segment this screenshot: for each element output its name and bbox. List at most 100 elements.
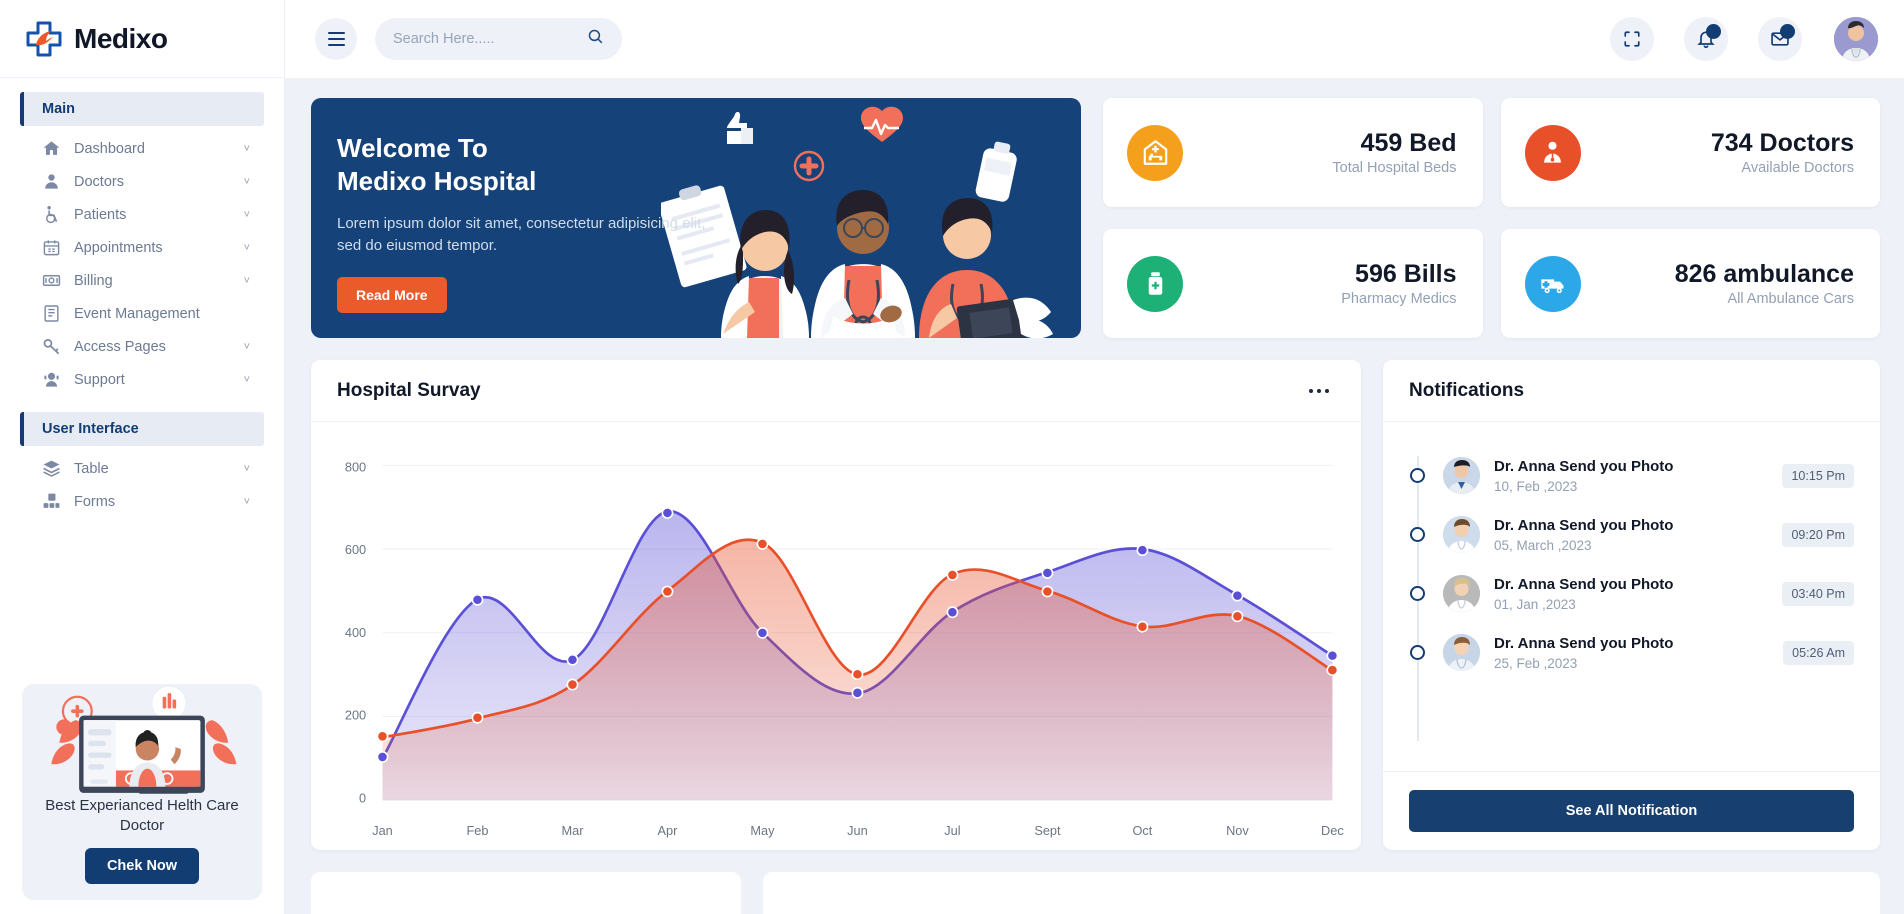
chart-card-header: Hospital Survay bbox=[311, 360, 1361, 422]
timeline-dot-icon bbox=[1410, 586, 1425, 601]
sidebar-item-label: Access Pages bbox=[74, 338, 166, 355]
doctors-team-illustration-icon bbox=[658, 98, 1081, 338]
banner-title: Welcome To Medixo Hospital bbox=[337, 132, 711, 199]
search-icon[interactable] bbox=[587, 28, 604, 50]
ambulance-icon bbox=[1524, 255, 1581, 312]
search-input[interactable] bbox=[393, 31, 587, 47]
sidebar-item-forms[interactable]: Forms ˅ bbox=[20, 485, 264, 518]
stat-card-doctors[interactable]: 734 Doctors Available Doctors bbox=[1500, 98, 1880, 207]
sidebar-item-event-management[interactable]: Event Management bbox=[20, 297, 264, 330]
top-row: Welcome To Medixo Hospital Lorem ipsum d… bbox=[311, 98, 1880, 338]
blocks-icon bbox=[40, 491, 62, 513]
layers-icon bbox=[40, 458, 62, 480]
sidebar-item-label: Patients bbox=[74, 206, 127, 223]
see-all-notification-button[interactable]: See All Notification bbox=[1409, 790, 1854, 832]
home-icon bbox=[40, 138, 62, 160]
sidebar-item-label: Dashboard bbox=[74, 140, 145, 157]
stat-card-ambulance[interactable]: 826 ambulance All Ambulance Cars bbox=[1500, 229, 1880, 338]
key-icon bbox=[40, 336, 62, 358]
svg-text:Mar: Mar bbox=[561, 823, 584, 838]
banner-title-line1: Welcome To bbox=[337, 133, 488, 163]
sidebar-item-label: Appointments bbox=[74, 239, 163, 256]
sidebar-promo-card: Best Experianced Helth Care Doctor Chek … bbox=[22, 684, 262, 900]
stat-label: Total Hospital Beds bbox=[1332, 160, 1457, 177]
notification-date: 05, March ,2023 bbox=[1494, 537, 1592, 553]
list-item[interactable]: Dr. Anna Send you Photo 25, Feb ,2023 05… bbox=[1409, 623, 1854, 682]
notifications-header: Notifications bbox=[1383, 360, 1880, 422]
chevron-down-icon: ˅ bbox=[243, 462, 250, 475]
notification-title: Dr. Anna Send you Photo bbox=[1494, 516, 1674, 534]
support-agent-icon bbox=[40, 369, 62, 391]
timeline-dot-icon bbox=[1410, 527, 1425, 542]
notification-title: Dr. Anna Send you Photo bbox=[1494, 634, 1674, 652]
bottom-row-partial bbox=[311, 872, 1880, 914]
content-area: Welcome To Medixo Hospital Lorem ipsum d… bbox=[285, 0, 1904, 914]
sidebar-item-table[interactable]: Table ˅ bbox=[20, 452, 264, 485]
sidebar-section-user-interface: User Interface bbox=[20, 412, 264, 446]
status-badge: 03:40 Pm bbox=[1782, 581, 1854, 606]
sidebar-item-access-pages[interactable]: Access Pages ˅ bbox=[20, 330, 264, 363]
notification-title: Dr. Anna Send you Photo bbox=[1494, 457, 1674, 475]
bottom-card-right[interactable] bbox=[763, 872, 1880, 914]
bottom-card-left[interactable] bbox=[311, 872, 741, 914]
envelope-icon[interactable] bbox=[1758, 17, 1802, 61]
svg-text:200: 200 bbox=[345, 708, 366, 723]
welcome-banner: Welcome To Medixo Hospital Lorem ipsum d… bbox=[311, 98, 1081, 338]
sidebar-item-label: Event Management bbox=[74, 305, 200, 322]
stat-label: All Ambulance Cars bbox=[1727, 291, 1854, 308]
chevron-down-icon: ˅ bbox=[243, 495, 250, 508]
stat-value: 596 Bills bbox=[1355, 259, 1457, 288]
stat-card-bills[interactable]: 596 Bills Pharmacy Medics bbox=[1103, 229, 1483, 338]
chevron-down-icon: ˅ bbox=[243, 373, 250, 386]
document-icon bbox=[40, 303, 62, 325]
svg-text:Dec: Dec bbox=[1321, 823, 1344, 838]
list-item[interactable]: Dr. Anna Send you Photo 05, March ,2023 … bbox=[1409, 505, 1854, 564]
list-item[interactable]: Dr. Anna Send you Photo 01, Jan ,2023 03… bbox=[1409, 564, 1854, 623]
stat-card-beds[interactable]: 459 Bed Total Hospital Beds bbox=[1103, 98, 1483, 207]
bell-icon[interactable] bbox=[1684, 17, 1728, 61]
hospital-bed-icon bbox=[1127, 124, 1183, 181]
user-avatar[interactable] bbox=[1834, 17, 1878, 61]
status-badge: 10:15 Pm bbox=[1782, 463, 1854, 488]
doctor-icon bbox=[40, 171, 62, 193]
hamburger-icon[interactable] bbox=[315, 18, 357, 60]
stat-value: 459 Bed bbox=[1360, 128, 1457, 157]
fullscreen-icon[interactable] bbox=[1610, 17, 1654, 61]
avatar bbox=[1443, 516, 1480, 553]
svg-text:Sept: Sept bbox=[1034, 823, 1061, 838]
doctor-badge-icon bbox=[1524, 124, 1581, 181]
stat-cards: 459 Bed Total Hospital Beds 734 Doctors … bbox=[1103, 98, 1880, 338]
search-box[interactable] bbox=[375, 18, 622, 60]
sidebar-item-support[interactable]: Support ˅ bbox=[20, 363, 264, 396]
check-now-button[interactable]: Chek Now bbox=[84, 848, 200, 884]
stat-value: 734 Doctors bbox=[1710, 128, 1854, 157]
sidebar-item-billing[interactable]: Billing ˅ bbox=[20, 264, 264, 297]
sidebar-item-label: Billing bbox=[74, 272, 113, 289]
notification-date: 10, Feb ,2023 bbox=[1494, 478, 1578, 494]
sidebar-item-label: Table bbox=[74, 460, 109, 477]
envelope-badge bbox=[1780, 24, 1795, 39]
medicine-bottle-icon bbox=[1127, 255, 1183, 312]
svg-text:Feb: Feb bbox=[466, 823, 488, 838]
svg-text:Oct: Oct bbox=[1132, 823, 1152, 838]
brand[interactable]: Medixo bbox=[0, 0, 284, 78]
svg-text:0: 0 bbox=[359, 790, 366, 805]
chevron-down-icon: ˅ bbox=[243, 340, 250, 353]
notifications-card: Notifications Dr. Anna Send you Photo 10… bbox=[1383, 360, 1880, 850]
svg-text:May: May bbox=[750, 823, 775, 838]
avatar bbox=[1443, 634, 1480, 671]
svg-text:400: 400 bbox=[345, 625, 366, 640]
svg-text:Nov: Nov bbox=[1226, 823, 1249, 838]
chevron-down-icon: ˅ bbox=[243, 208, 250, 221]
kebab-menu-icon[interactable] bbox=[1303, 383, 1335, 399]
read-more-button[interactable]: Read More bbox=[337, 276, 447, 313]
dashboard-root: Medixo Main Dashboard ˅ Doctors ˅ Patien… bbox=[0, 0, 1904, 914]
sidebar-section-main: Main bbox=[20, 92, 264, 126]
sidebar-item-patients[interactable]: Patients ˅ bbox=[20, 198, 264, 231]
sidebar-item-dashboard[interactable]: Dashboard ˅ bbox=[20, 132, 264, 165]
sidebar-item-appointments[interactable]: Appointments ˅ bbox=[20, 231, 264, 264]
money-icon bbox=[40, 270, 62, 292]
sidebar-item-doctors[interactable]: Doctors ˅ bbox=[20, 165, 264, 198]
chevron-down-icon: ˅ bbox=[243, 142, 250, 155]
list-item[interactable]: Dr. Anna Send you Photo 10, Feb ,2023 10… bbox=[1409, 446, 1854, 505]
